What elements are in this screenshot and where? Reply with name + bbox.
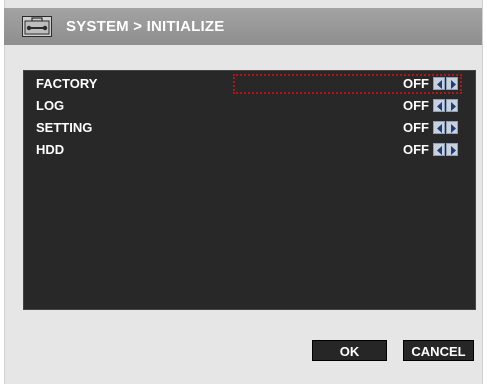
setting-row-hdd[interactable]: HDD OFF [24, 140, 475, 160]
setting-value[interactable]: OFF [403, 142, 429, 157]
setting-value[interactable]: OFF [403, 98, 429, 113]
setting-label: HDD [36, 142, 65, 157]
setting-row-setting[interactable]: SETTING OFF [24, 118, 475, 138]
arrow-right-icon[interactable] [446, 99, 458, 112]
arrow-left-icon[interactable] [433, 77, 445, 90]
settings-panel: FACTORY OFF LOG OFF SETTING OFF HDD OFF [23, 70, 476, 310]
setting-row-factory[interactable]: FACTORY OFF [24, 74, 475, 94]
toolbox-icon [22, 16, 52, 37]
page-title: SYSTEM > INITIALIZE [66, 18, 225, 35]
title-bar: SYSTEM > INITIALIZE [4, 8, 482, 45]
arrow-right-icon[interactable] [446, 143, 458, 156]
arrow-left-icon[interactable] [433, 121, 445, 134]
arrow-left-icon[interactable] [433, 143, 445, 156]
setting-label: FACTORY [36, 76, 98, 91]
arrow-right-icon[interactable] [446, 121, 458, 134]
setting-value[interactable]: OFF [403, 120, 429, 135]
arrow-right-icon[interactable] [446, 77, 458, 90]
ok-button[interactable]: OK [312, 340, 387, 361]
arrow-left-icon[interactable] [433, 99, 445, 112]
setting-label: LOG [36, 98, 65, 113]
setting-value[interactable]: OFF [403, 76, 429, 91]
setting-row-log[interactable]: LOG OFF [24, 96, 475, 116]
setting-label: SETTING [36, 120, 93, 135]
cancel-button[interactable]: CANCEL [403, 340, 474, 361]
